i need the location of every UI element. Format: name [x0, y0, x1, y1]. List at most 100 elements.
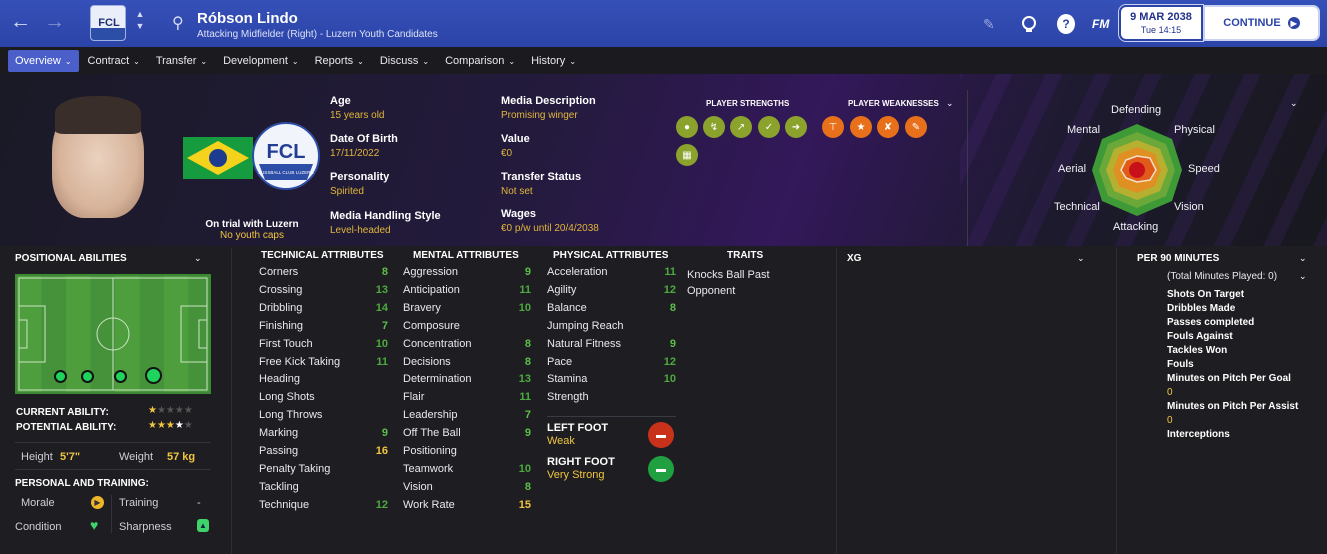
strength-boot-icon[interactable]: ✓ — [758, 116, 780, 138]
technical-attribute-row[interactable]: Marking 9 — [259, 424, 388, 442]
technical-attribute-row[interactable]: Penalty Taking — [259, 460, 388, 478]
weakness-trophy-icon[interactable]: ⊤ — [822, 116, 844, 138]
nationality-flag[interactable] — [183, 137, 253, 179]
physical-attribute-row[interactable]: Acceleration 11 — [547, 263, 676, 281]
positions-pitch[interactable] — [15, 274, 211, 394]
column-divider — [231, 248, 232, 554]
technical-attribute-row[interactable]: Heading — [259, 370, 388, 388]
radar-label-mental: Mental — [1067, 124, 1101, 136]
physical-attribute-row[interactable]: Stamina 10 — [547, 370, 676, 388]
mental-attribute-row[interactable]: Off The Ball 9 — [403, 424, 531, 442]
mental-attribute-row[interactable]: Composure — [403, 317, 531, 335]
tab-contract[interactable]: Contract ⌄ — [81, 50, 147, 72]
strength-pass-icon[interactable]: ➜ — [785, 116, 807, 138]
weakness-tackle-icon[interactable]: ✘ — [877, 116, 899, 138]
tab-reports[interactable]: Reports ⌄ — [308, 50, 371, 72]
chevron-down-icon[interactable]: ⌄ — [1299, 253, 1307, 264]
mental-attribute-row[interactable]: Teamwork 10 — [403, 460, 531, 478]
strength-dribble-icon[interactable]: ↯ — [703, 116, 725, 138]
weakness-report-icon[interactable]: ✎ — [905, 116, 927, 138]
tab-comparison[interactable]: Comparison ⌄ — [438, 50, 522, 72]
player-cycle-icon[interactable]: ▲ ▼ — [134, 8, 146, 32]
attribute-radar[interactable] — [1090, 120, 1184, 220]
technical-attribute-row[interactable]: Free Kick Taking 11 — [259, 353, 388, 371]
mental-attribute-row[interactable]: Positioning — [403, 442, 531, 460]
mental-attribute-row[interactable]: Flair 11 — [403, 388, 531, 406]
trait-item[interactable]: Knocks Ball Past — [687, 269, 770, 281]
position-marker[interactable] — [81, 370, 94, 383]
strength-pitch-icon[interactable]: ▦ — [676, 144, 698, 166]
mental-attribute-row[interactable]: Bravery 10 — [403, 299, 531, 317]
tab-transfer[interactable]: Transfer ⌄ — [149, 50, 214, 72]
strength-progress-icon[interactable]: ↗ — [730, 116, 752, 138]
position-marker[interactable] — [114, 370, 127, 383]
mental-attribute-row[interactable]: Determination 13 — [403, 370, 531, 388]
club-crest[interactable]: FCL FUSSBALL CLUB LUZERN — [251, 120, 321, 192]
strength-brain-icon[interactable]: ● — [676, 116, 698, 138]
tab-history[interactable]: History ⌄ — [524, 50, 583, 72]
mental-attribute-row[interactable]: Decisions 8 — [403, 353, 531, 371]
position-marker-primary[interactable] — [145, 367, 162, 384]
chevron-down-icon[interactable]: ⌄ — [1077, 253, 1085, 264]
search-icon[interactable]: ⚲ — [172, 10, 184, 38]
mental-attribute-row[interactable]: Vision 8 — [403, 478, 531, 496]
club-badge[interactable]: FCL — [90, 5, 126, 41]
technical-attribute-row[interactable]: Dribbling 14 — [259, 299, 388, 317]
technical-attribute-row[interactable]: Long Throws — [259, 406, 388, 424]
tab-development[interactable]: Development ⌄ — [216, 50, 306, 72]
forward-arrow-icon[interactable]: → — [44, 8, 65, 36]
attribute-name: Free Kick Taking — [259, 355, 341, 368]
mental-attribute-row[interactable]: Concentration 8 — [403, 335, 531, 353]
physical-attribute-row[interactable]: Natural Fitness 9 — [547, 335, 676, 353]
right-foot-value: Very Strong — [547, 469, 605, 481]
weakness-star-icon[interactable]: ★ — [850, 116, 872, 138]
physical-attribute-row[interactable]: Jumping Reach — [547, 317, 676, 335]
per-90-stat-label: Tackles Won — [1167, 345, 1228, 356]
sharpness-icon[interactable]: ▲ — [197, 519, 209, 532]
physical-attribute-row[interactable]: Balance 8 — [547, 299, 676, 317]
right-foot-boot-icon[interactable]: ▬ — [648, 456, 674, 482]
back-arrow-icon[interactable]: ← — [10, 8, 31, 36]
technical-attribute-row[interactable]: Long Shots — [259, 388, 388, 406]
sharpness-label: Sharpness — [119, 521, 172, 533]
technical-attribute-row[interactable]: Passing 16 — [259, 442, 388, 460]
weight-value: 57 kg — [167, 451, 196, 463]
chevron-down-icon[interactable]: ⌄ — [1299, 271, 1307, 282]
trophy-icon[interactable] — [1020, 14, 1038, 34]
technical-attribute-row[interactable]: Technique 12 — [259, 496, 388, 514]
technical-attribute-row[interactable]: Tackling — [259, 478, 388, 496]
mental-attribute-row[interactable]: Anticipation 11 — [403, 281, 531, 299]
edit-pencil-icon[interactable]: ✎ — [983, 14, 995, 34]
condition-heart-icon[interactable]: ♥ — [90, 517, 98, 533]
physical-attribute-row[interactable]: Agility 12 — [547, 281, 676, 299]
chevron-down-icon[interactable]: ⌄ — [194, 253, 202, 264]
date-display[interactable]: 9 MAR 2038 Tue 14:15 — [1119, 5, 1203, 41]
radar-label-physical: Physical — [1174, 124, 1215, 136]
attribute-name: Corners — [259, 266, 299, 278]
attribute-value: 14 — [375, 301, 388, 314]
technical-attribute-row[interactable]: Finishing 7 — [259, 317, 388, 335]
fm-menu-icon[interactable]: FM — [1092, 14, 1109, 34]
chevron-down-icon[interactable]: ⌄ — [946, 98, 954, 109]
mental-attribute-row[interactable]: Leadership 7 — [403, 406, 531, 424]
personal-training-title: PERSONAL AND TRAINING: — [15, 478, 149, 489]
current-ability-stars[interactable]: ★★★★★ — [148, 405, 193, 416]
technical-attribute-row[interactable]: Corners 8 — [259, 263, 388, 281]
tab-discuss[interactable]: Discuss ⌄ — [373, 50, 436, 72]
position-marker[interactable] — [54, 370, 67, 383]
continue-button[interactable]: CONTINUE ▶ — [1203, 5, 1320, 41]
left-foot-boot-icon[interactable]: ▬ — [648, 422, 674, 448]
physical-attribute-row[interactable]: Pace 12 — [547, 353, 676, 371]
technical-attribute-row[interactable]: First Touch 10 — [259, 335, 388, 353]
tab-overview[interactable]: Overview ⌄ — [8, 50, 79, 72]
physical-attribute-row[interactable]: Strength — [547, 388, 676, 406]
mental-attribute-row[interactable]: Aggression 9 — [403, 263, 531, 281]
mental-attribute-row[interactable]: Work Rate 15 — [403, 496, 531, 514]
technical-attribute-row[interactable]: Crossing 13 — [259, 281, 388, 299]
trait-item[interactable]: Opponent — [687, 285, 735, 297]
morale-indicator-icon[interactable]: ▶ — [91, 496, 104, 509]
club-badge-text: FCL — [98, 17, 120, 29]
help-icon[interactable]: ? — [1057, 14, 1075, 34]
chevron-down-icon[interactable]: ⌄ — [1290, 98, 1298, 109]
potential-ability-stars[interactable]: ★★★★★ — [148, 420, 193, 431]
